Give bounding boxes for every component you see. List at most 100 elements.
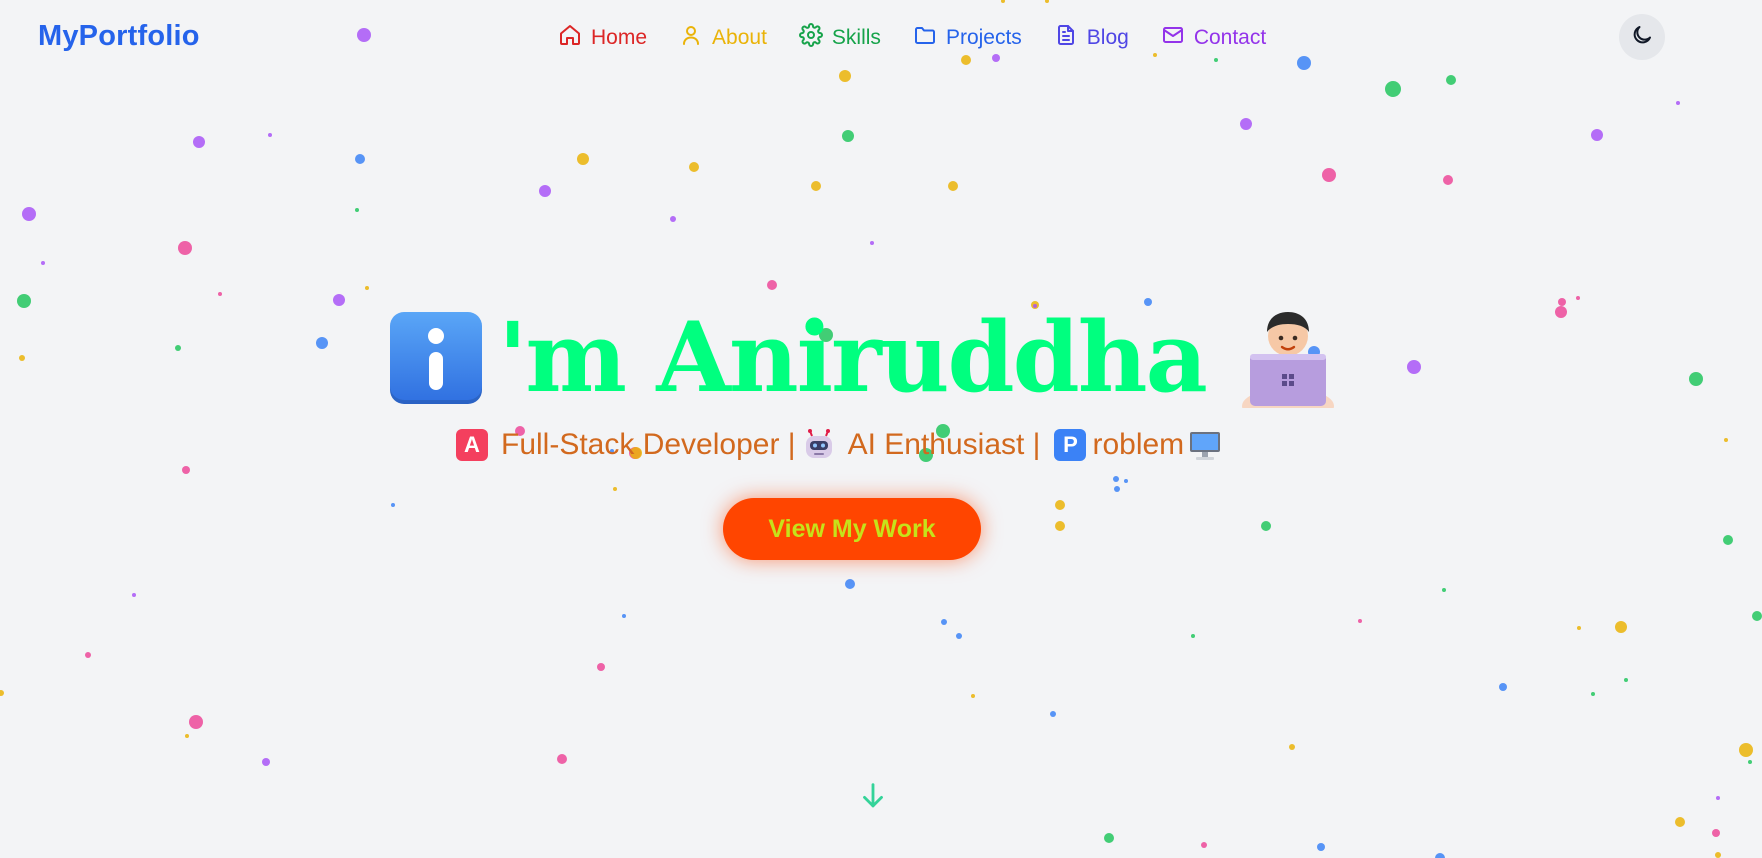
particle <box>948 181 958 191</box>
nav-item-about[interactable]: About <box>679 24 767 52</box>
particle <box>597 663 605 671</box>
particle <box>941 619 947 625</box>
particle <box>845 579 855 589</box>
particle <box>1715 852 1721 858</box>
particle <box>1712 829 1720 837</box>
letter-a-emoji: A <box>456 429 488 461</box>
particle <box>175 345 181 351</box>
particle <box>0 690 4 696</box>
moon-icon <box>1630 23 1654 52</box>
particle <box>1739 743 1753 757</box>
particle <box>1591 129 1603 141</box>
particle <box>1443 175 1453 185</box>
particle <box>1322 168 1336 182</box>
particle <box>1050 711 1056 717</box>
view-my-work-button[interactable]: View My Work <box>723 498 981 560</box>
particle <box>262 758 270 766</box>
robot-emoji <box>802 428 836 462</box>
particle <box>268 133 272 137</box>
particle <box>1675 817 1685 827</box>
particle <box>670 216 676 222</box>
particle <box>842 130 854 142</box>
particle <box>132 593 136 597</box>
particle <box>1446 75 1456 85</box>
particle <box>17 294 31 308</box>
particle <box>767 280 777 290</box>
particle <box>1104 833 1114 843</box>
particle <box>613 487 617 491</box>
particle <box>1435 853 1445 858</box>
particle <box>1716 796 1720 800</box>
particle <box>218 292 222 296</box>
particle <box>1752 611 1762 621</box>
particle <box>1289 744 1295 750</box>
information-emoji <box>390 312 482 404</box>
particle <box>333 294 345 306</box>
navbar: MyPortfolio Home About Skills Projects B… <box>0 0 1762 76</box>
particle <box>1499 683 1507 691</box>
subtitle-role-2: AI Enthusiast | <box>847 428 1041 461</box>
subtitle-role-3: roblem <box>1092 428 1185 461</box>
particle <box>1577 626 1581 630</box>
nav-item-label: Contact <box>1193 26 1267 49</box>
nav-item-label: Home <box>591 26 648 49</box>
particle <box>1676 101 1680 105</box>
scroll-down-indicator[interactable] <box>856 779 890 813</box>
particle <box>956 633 962 639</box>
particle <box>1723 535 1733 545</box>
nav-item-label: Skills <box>831 26 881 49</box>
technologist-emoji <box>1241 308 1342 424</box>
particle <box>1689 372 1703 386</box>
particle <box>1407 360 1421 374</box>
home-icon <box>558 23 591 53</box>
particle <box>1201 842 1207 848</box>
hero-title: 'm Aniruddha <box>390 298 1342 424</box>
particle <box>1358 619 1362 623</box>
nav-item-skills[interactable]: Skills <box>798 23 881 53</box>
particle <box>622 614 626 618</box>
particle <box>1724 438 1728 442</box>
particle <box>85 652 91 658</box>
particle <box>355 154 365 164</box>
subtitle-role-1: Full-Stack Developer | <box>501 428 796 461</box>
particle <box>1558 298 1566 306</box>
particle <box>1113 476 1119 482</box>
particle <box>1442 588 1446 592</box>
particle <box>971 694 975 698</box>
desktop-computer-emoji <box>1188 428 1222 462</box>
particle <box>391 503 395 507</box>
particle <box>1055 500 1065 510</box>
brand-logo[interactable]: MyPortfolio <box>38 20 200 53</box>
document-icon <box>1054 23 1087 53</box>
particle <box>1317 843 1325 851</box>
nav-item-label: About <box>712 26 767 49</box>
gear-icon <box>798 23 832 53</box>
nav-item-home[interactable]: Home <box>558 24 647 52</box>
particle <box>178 241 192 255</box>
particle <box>365 286 369 290</box>
theme-toggle-button[interactable] <box>1619 14 1665 60</box>
particle <box>185 734 189 738</box>
hero-subtitle: A Full-Stack Developer | AI Enthusiast |… <box>456 428 1222 462</box>
particle <box>355 208 359 212</box>
particle <box>557 754 567 764</box>
particle <box>19 355 25 361</box>
particle <box>182 466 190 474</box>
user-icon <box>679 23 712 53</box>
particle <box>1555 306 1567 318</box>
particle <box>1114 486 1120 492</box>
particle <box>1055 521 1065 531</box>
particle <box>1615 621 1627 633</box>
particle <box>539 185 551 197</box>
nav-item-label: Projects <box>945 26 1022 49</box>
nav-item-contact[interactable]: Contact <box>1161 24 1266 52</box>
nav-links: Home About Skills Projects Blog Contact <box>558 23 1266 53</box>
nav-item-projects[interactable]: Projects <box>913 24 1022 52</box>
particle <box>1576 296 1580 300</box>
nav-item-blog[interactable]: Blog <box>1054 24 1129 52</box>
particle <box>577 153 589 165</box>
particle <box>1261 521 1271 531</box>
letter-p-emoji: P <box>1054 429 1087 461</box>
arrow-down-icon <box>856 783 890 817</box>
particle <box>811 181 821 191</box>
